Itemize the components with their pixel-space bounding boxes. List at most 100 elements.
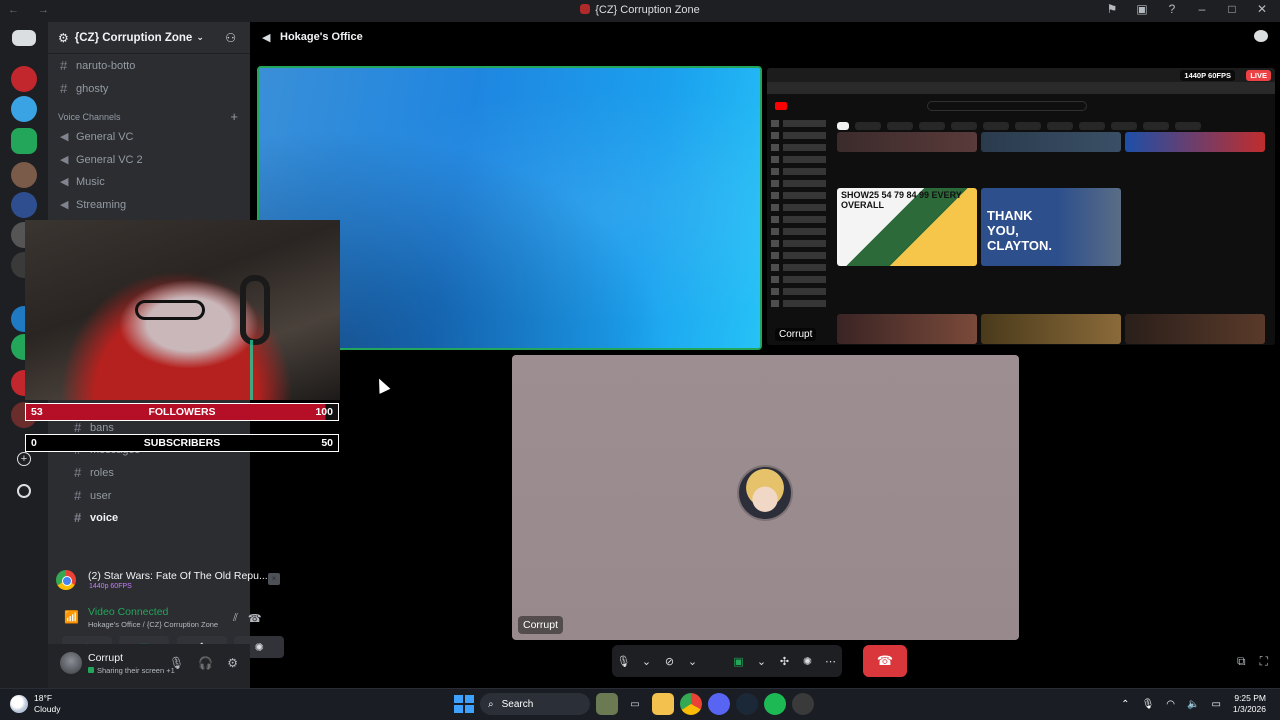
discord-icon[interactable] [708,693,730,715]
server-icon[interactable] [11,128,37,154]
monitor-icon[interactable]: ▣ [1134,2,1150,16]
chrome-icon [56,570,76,590]
hash-icon: # [60,81,68,96]
call-channel-name: Hokage's Office [280,31,363,43]
mic-icon[interactable]: 🎙 [1142,699,1155,710]
titlebar-actions: ⚑ ▣ ? – □ ✕ [1104,2,1270,16]
voice-channel-general-vc[interactable]: ◀ General VC [60,130,133,144]
soundboard-icon[interactable]: ✺ [796,655,819,668]
user-status: Sharing their screen +1 [88,666,175,675]
video-thumbnail [837,314,977,344]
voice-channel-streaming[interactable]: ◀ Streaming [60,198,126,212]
close-activity-button[interactable]: × [268,573,280,585]
category-voice-channels[interactable]: Voice Channels [58,112,121,122]
battery-icon[interactable]: ▭ [1211,699,1220,710]
hash-icon: # [60,58,68,73]
server-settings-icon: ⚙ [58,30,69,45]
inbox-icon[interactable]: ⚑ [1104,2,1120,16]
channel-naruto-botto[interactable]: # naruto-botto [60,58,135,73]
chevron-down-icon[interactable]: ⌄ [635,655,658,668]
minimize-icon[interactable]: – [1194,2,1210,16]
speaker-icon: ◀ [262,32,271,44]
mouse-cursor [373,376,391,394]
activity-title: (2) Star Wars: Fate Of The Old Repu... [88,570,268,582]
video-thumbnail [981,132,1121,152]
voice-status-title[interactable]: Video Connected [88,606,168,618]
voice-channel-music[interactable]: ◀ Music [60,175,105,189]
video-tile-screenshare[interactable]: SHOW25 54 79 84 99 EVERY OVERALL THANK Y… [767,68,1275,345]
channel-ghosty[interactable]: # ghosty [60,81,108,96]
chevron-up-icon[interactable]: ⌃ [1121,699,1129,710]
mic-icon[interactable]: 🎙 [612,655,635,668]
windows-taskbar: 18°F Cloudy ⌕ Search ▭ ⌃ 🎙 ◠ 🔈 ▭ 9:25 PM … [0,688,1280,720]
server-icon[interactable] [11,162,37,188]
chevron-down-icon: ⌄ [196,32,204,42]
channel-user[interactable]: # user [74,488,111,503]
create-channel-icon[interactable]: + [230,109,238,124]
file-explorer-icon[interactable] [652,693,674,715]
chevron-down-icon[interactable]: ⌄ [750,655,773,668]
server-header[interactable]: ⚙ {CZ} Corruption Zone ⌄ ⚇ [48,22,250,54]
stream-quality-badge: 1440P 60FPS [1180,70,1235,81]
chrome-icon[interactable] [680,693,702,715]
hash-icon: # [74,420,82,435]
stream-owner-label: Corrupt [775,328,817,341]
volume-icon[interactable]: 🔈 [1187,699,1199,710]
speaker-icon: ◀ [60,199,69,211]
noise-suppression-icon[interactable]: ⫽ [233,612,238,625]
webcam-headset [240,275,270,345]
popout-icon[interactable]: ⧉ [1237,654,1246,669]
chat-icon[interactable] [1254,30,1268,42]
taskbar-app-icon[interactable] [596,693,618,715]
activity-panel[interactable]: (2) Star Wars: Fate Of The Old Repu... 1… [56,568,284,596]
channel-voice[interactable]: # voice [74,510,118,525]
video-thumbnail [837,132,977,152]
video-tile-participant[interactable]: Corrupt [512,355,1019,640]
add-server-icon[interactable]: + [17,452,31,466]
connection-icon[interactable]: 📶 [64,610,79,624]
fullscreen-icon[interactable]: ⛶ [1260,654,1268,669]
windows-start-icon[interactable] [452,693,474,715]
explore-icon[interactable] [17,484,31,498]
help-icon[interactable]: ? [1164,2,1180,16]
user-panel: Corrupt Sharing their screen +1 🎙 🎧 ⚙ [48,644,250,688]
hang-up-button[interactable]: ☎ [863,645,907,677]
more-icon[interactable]: ⋯ [819,655,842,668]
server-icon[interactable] [11,96,37,122]
voice-channel-general-vc-2[interactable]: ◀ General VC 2 [60,153,143,167]
clock[interactable]: 9:25 PM 1/3/2026 [1233,693,1266,715]
live-badge: LIVE [1246,70,1271,81]
headphones-icon[interactable]: 🎧 [198,656,213,670]
mic-icon[interactable]: 🎙 [169,656,184,670]
channel-bans[interactable]: # bans [74,420,114,435]
discord-home-icon[interactable] [12,30,36,46]
avatar[interactable] [60,652,82,674]
followers-goal-bar: 53 FOLLOWERS 100 [25,403,339,421]
hash-icon: # [74,510,82,525]
invite-icon[interactable]: ⚇ [225,31,236,45]
steam-icon[interactable] [736,693,758,715]
spotify-icon[interactable] [764,693,786,715]
server-icon[interactable] [11,66,37,92]
task-view-icon[interactable]: ▭ [624,693,646,715]
chevron-down-icon[interactable]: ⌄ [681,655,704,668]
wifi-icon[interactable]: ◠ [1166,699,1175,710]
share-screen-icon[interactable]: ▣ [727,655,750,668]
channel-roles[interactable]: # roles [74,465,114,480]
maximize-icon[interactable]: □ [1224,2,1240,16]
speaker-icon: ◀ [60,131,69,143]
video-thumbnail: SHOW25 54 79 84 99 EVERY OVERALL [837,188,977,266]
disconnect-icon[interactable]: ☎ [248,612,262,625]
voice-status-sub[interactable]: Hokage's Office / {CZ} Corruption Zone [88,620,218,629]
close-icon[interactable]: ✕ [1254,2,1270,16]
server-icon[interactable] [11,192,37,218]
username[interactable]: Corrupt [88,652,123,664]
camera-off-icon[interactable]: ⊘ [658,655,681,668]
activities-icon[interactable]: ✣ [773,655,796,668]
gear-icon[interactable]: ⚙ [227,656,238,670]
taskbar-search[interactable]: ⌕ Search [480,693,590,715]
video-thumbnail [1125,132,1265,152]
voice-status-actions: ⫽ ☎ [233,612,262,625]
youtube-logo-icon [775,102,787,110]
obs-icon[interactable] [792,693,814,715]
